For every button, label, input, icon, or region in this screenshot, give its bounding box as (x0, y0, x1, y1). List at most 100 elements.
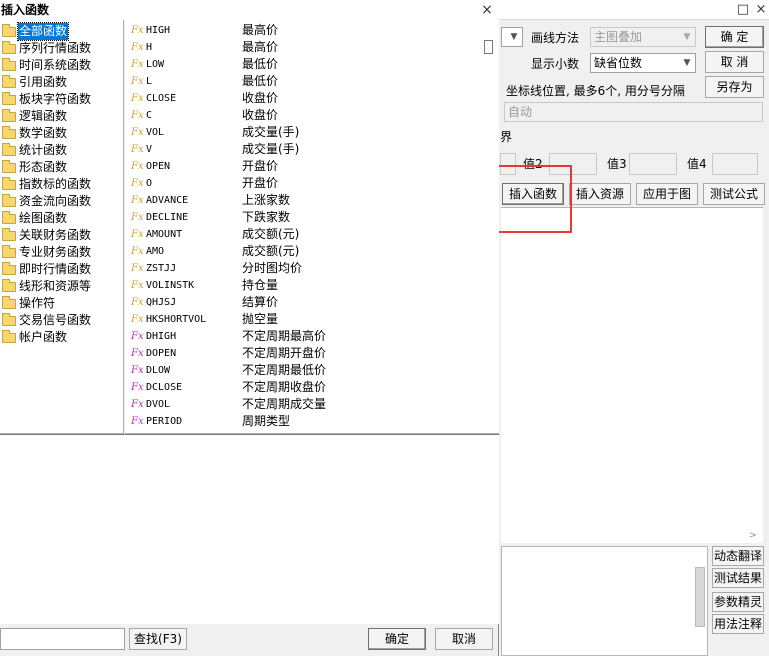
function-icon: Fx (131, 25, 144, 36)
function-row[interactable]: Fx O 开盘价 (125, 175, 499, 192)
function-row[interactable]: Fx CLOSE 收盘价 (125, 90, 499, 107)
function-row[interactable]: Fx L 最低价 (125, 73, 499, 90)
folder-icon (2, 296, 16, 309)
function-desc: 结算价 (242, 295, 279, 309)
test-formula-button[interactable]: 测试公式 (703, 183, 765, 205)
function-icon: Fx (131, 263, 144, 274)
function-desc: 抛空量 (242, 312, 279, 326)
function-name: VOL (146, 127, 165, 138)
folder-icon (2, 262, 16, 275)
function-desc: 最高价 (242, 40, 279, 54)
function-row[interactable]: Fx AMOUNT 成交额(元) (125, 226, 499, 243)
function-row[interactable]: Fx ZSTJJ 分时图均价 (125, 260, 499, 277)
function-name: DVOL (146, 399, 171, 410)
folder-icon (2, 279, 16, 292)
param-wizard-button[interactable]: 参数精灵 (712, 592, 764, 612)
function-row[interactable]: Fx AMO 成交额(元) (125, 243, 499, 260)
function-row[interactable]: Fx LOW 最低价 (125, 56, 499, 73)
close-icon[interactable]: × (479, 1, 495, 19)
function-name: C (146, 110, 153, 121)
scroll-right-icon[interactable]: > (749, 530, 757, 541)
value3-input[interactable] (629, 153, 677, 175)
formula-text-area[interactable]: > (501, 207, 763, 543)
function-name: L (146, 76, 153, 87)
tree-item-label: 全部函数 (16, 22, 70, 41)
function-row[interactable]: Fx DVOL 不定周期成交量 (125, 396, 499, 413)
insert-function-dialog: 插入函数 × 全部函数 序列行情函数 时间系统函数 引用函数 板块字符函数 逻辑函数 数学函… (0, 0, 499, 656)
dialog-title: 插入函数 (1, 3, 50, 17)
editor-cancel-button[interactable]: 取 消 (705, 51, 764, 73)
function-icon: Fx (131, 42, 144, 53)
tree-item-label: 专业财务函数 (19, 245, 92, 259)
search-button[interactable]: 查找(F3) (129, 628, 187, 650)
tree-item-label: 资金流向函数 (19, 194, 92, 208)
function-row[interactable]: Fx H 最高价 (125, 39, 499, 56)
output-scrollbar[interactable] (695, 567, 705, 627)
function-row[interactable]: Fx VOLINSTK 持仓量 (125, 277, 499, 294)
function-icon: Fx (131, 93, 144, 104)
function-icon: Fx (131, 399, 144, 410)
function-desc: 不定周期开盘价 (242, 346, 327, 360)
function-desc: 周期类型 (242, 414, 291, 428)
function-row[interactable]: Fx PERIOD 周期类型 (125, 413, 499, 430)
usage-notes-button[interactable]: 用法注释 (712, 614, 764, 634)
function-row[interactable]: Fx QHJSJ 结算价 (125, 294, 499, 311)
function-desc: 开盘价 (242, 159, 279, 173)
dialog-ok-button[interactable]: 确定 (368, 628, 426, 650)
function-desc: 不定周期收盘价 (242, 380, 327, 394)
function-desc: 最低价 (242, 57, 279, 71)
chevron-down-icon: ▼ (683, 32, 691, 42)
function-icon: Fx (131, 229, 144, 240)
close-icon[interactable]: × (752, 1, 769, 19)
function-row[interactable]: Fx VOL 成交量(手) (125, 124, 499, 141)
hidden-combo[interactable]: ▼ (501, 27, 523, 47)
folder-icon (2, 143, 16, 156)
insert-resource-button[interactable]: 插入资源 (569, 183, 631, 205)
decimal-select[interactable]: 缺省位数 ▼ (590, 53, 696, 73)
output-area[interactable] (501, 546, 708, 656)
function-row[interactable]: Fx V 成交量(手) (125, 141, 499, 158)
axis-position-input[interactable]: 自动 (504, 102, 763, 122)
tree-item-label: 交易信号函数 (19, 313, 92, 327)
maximize-icon[interactable]: □ (734, 1, 752, 19)
folder-icon (2, 58, 16, 71)
function-list[interactable]: Fx HIGH 最高价 Fx H 最高价 Fx LOW 最低价 Fx L 最低价 Fx CLOSE 收盘价 F… (125, 20, 499, 434)
function-name: H (146, 42, 153, 53)
category-tree[interactable]: 全部函数 序列行情函数 时间系统函数 引用函数 板块字符函数 逻辑函数 数学函数 统计函数 形态… (0, 20, 124, 434)
list-scrollbar[interactable] (484, 40, 493, 54)
function-row[interactable]: Fx ADVANCE 上涨家数 (125, 192, 499, 209)
function-row[interactable]: Fx DECLINE 下跌家数 (125, 209, 499, 226)
folder-icon (2, 109, 16, 122)
draw-method-select[interactable]: 主图叠加 ▼ (590, 27, 696, 47)
function-name: HKSHORTVOL (146, 314, 207, 325)
test-result-button[interactable]: 测试结果 (712, 568, 764, 588)
apply-to-chart-button[interactable]: 应用于图 (636, 183, 698, 205)
function-desc: 下跌家数 (242, 210, 291, 224)
function-row[interactable]: Fx C 收盘价 (125, 107, 499, 124)
editor-ok-button[interactable]: 确 定 (705, 26, 764, 48)
function-name: OPEN (146, 161, 171, 172)
folder-icon (2, 211, 16, 224)
function-icon: Fx (131, 382, 144, 393)
function-name: DLOW (146, 365, 171, 376)
function-name: HIGH (146, 25, 171, 36)
dynamic-translate-button[interactable]: 动态翻译 (712, 546, 764, 566)
dialog-cancel-button[interactable]: 取消 (435, 628, 493, 650)
function-row[interactable]: Fx DOPEN 不定周期开盘价 (125, 345, 499, 362)
save-as-button[interactable]: 另存为 (705, 76, 764, 98)
folder-icon (2, 160, 16, 173)
function-name: DECLINE (146, 212, 189, 223)
function-row[interactable]: Fx DHIGH 不定周期最高价 (125, 328, 499, 345)
function-row[interactable]: Fx OPEN 开盘价 (125, 158, 499, 175)
tree-item-label: 绘图函数 (19, 211, 68, 225)
function-icon: Fx (131, 212, 144, 223)
value4-input[interactable] (712, 153, 758, 175)
search-input[interactable] (0, 628, 125, 650)
function-name: PERIOD (146, 416, 183, 427)
function-row[interactable]: Fx DLOW 不定周期最低价 (125, 362, 499, 379)
tree-item-label: 统计函数 (19, 143, 68, 157)
function-row[interactable]: Fx HIGH 最高价 (125, 22, 499, 39)
function-row[interactable]: Fx DCLOSE 不定周期收盘价 (125, 379, 499, 396)
function-row[interactable]: Fx HKSHORTVOL 抛空量 (125, 311, 499, 328)
tree-item-label: 时间系统函数 (19, 58, 92, 72)
